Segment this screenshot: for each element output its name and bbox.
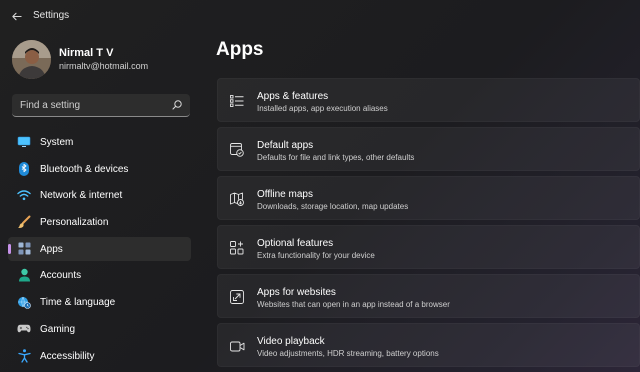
map-icon bbox=[229, 191, 245, 207]
card-title: Apps & features bbox=[257, 91, 329, 102]
card-default-apps[interactable]: Default apps Defaults for file and link … bbox=[217, 127, 640, 171]
bluetooth-icon bbox=[17, 161, 31, 176]
card-subtitle: Downloads, storage location, map updates bbox=[257, 202, 409, 211]
sidebar-item-gaming[interactable]: Gaming bbox=[8, 317, 191, 341]
user-email: nirmaltv@hotmail.com bbox=[59, 61, 149, 71]
settings-card-list: Apps & features Installed apps, app exec… bbox=[217, 78, 640, 372]
globe-clock-icon bbox=[17, 295, 31, 309]
page-title: Apps bbox=[216, 39, 264, 60]
card-subtitle: Websites that can open in an app instead… bbox=[257, 300, 450, 309]
card-video-playback[interactable]: Video playback Video adjustments, HDR st… bbox=[217, 323, 640, 367]
back-arrow-icon bbox=[11, 12, 22, 20]
accessibility-icon bbox=[17, 348, 31, 363]
monitor-icon bbox=[17, 135, 31, 149]
open-link-icon bbox=[229, 289, 245, 305]
person-icon bbox=[17, 268, 31, 282]
card-subtitle: Installed apps, app execution aliases bbox=[257, 104, 388, 113]
card-subtitle: Video adjustments, HDR streaming, batter… bbox=[257, 349, 439, 358]
back-button[interactable] bbox=[8, 8, 24, 24]
sidebar-nav: System Bluetooth & devices Network & int… bbox=[8, 130, 191, 370]
optional-features-icon bbox=[229, 240, 245, 256]
wifi-icon bbox=[17, 188, 31, 202]
card-title: Default apps bbox=[257, 140, 314, 151]
apps-icon bbox=[17, 242, 31, 256]
search-placeholder: Find a setting bbox=[20, 100, 81, 111]
brush-icon bbox=[17, 215, 31, 229]
avatar[interactable] bbox=[12, 40, 51, 79]
card-apps-for-websites[interactable]: Apps for websites Websites that can open… bbox=[217, 274, 640, 318]
window-title: Settings bbox=[33, 10, 70, 21]
default-apps-icon bbox=[229, 142, 245, 158]
sidebar-item-system[interactable]: System bbox=[8, 130, 191, 154]
card-subtitle: Defaults for file and link types, other … bbox=[257, 153, 415, 162]
user-name: Nirmal T V bbox=[59, 47, 114, 59]
list-icon bbox=[229, 93, 245, 109]
card-title: Video playback bbox=[257, 336, 325, 347]
card-apps-features[interactable]: Apps & features Installed apps, app exec… bbox=[217, 78, 640, 122]
search-input[interactable]: Find a setting bbox=[12, 94, 190, 117]
sidebar-item-accounts[interactable]: Accounts bbox=[8, 263, 191, 287]
card-offline-maps[interactable]: Offline maps Downloads, storage location… bbox=[217, 176, 640, 220]
sidebar-item-personalization[interactable]: Personalization bbox=[8, 210, 191, 234]
card-title: Offline maps bbox=[257, 189, 313, 200]
card-title: Optional features bbox=[257, 238, 334, 249]
sidebar-item-apps[interactable]: Apps bbox=[8, 236, 191, 261]
search-icon[interactable] bbox=[171, 99, 183, 111]
sidebar-item-network[interactable]: Network & internet bbox=[8, 183, 191, 207]
sidebar-item-accessibility[interactable]: Accessibility bbox=[8, 344, 191, 368]
video-icon bbox=[229, 338, 245, 354]
sidebar-item-bluetooth[interactable]: Bluetooth & devices bbox=[8, 157, 191, 181]
card-optional-features[interactable]: Optional features Extra functionality fo… bbox=[217, 225, 640, 269]
sidebar-item-time-language[interactable]: Time & language bbox=[8, 290, 191, 314]
selected-indicator bbox=[8, 243, 11, 254]
card-subtitle: Extra functionality for your device bbox=[257, 251, 375, 260]
gamepad-icon bbox=[17, 322, 31, 336]
title-bar: Settings bbox=[0, 0, 640, 32]
card-title: Apps for websites bbox=[257, 287, 336, 298]
